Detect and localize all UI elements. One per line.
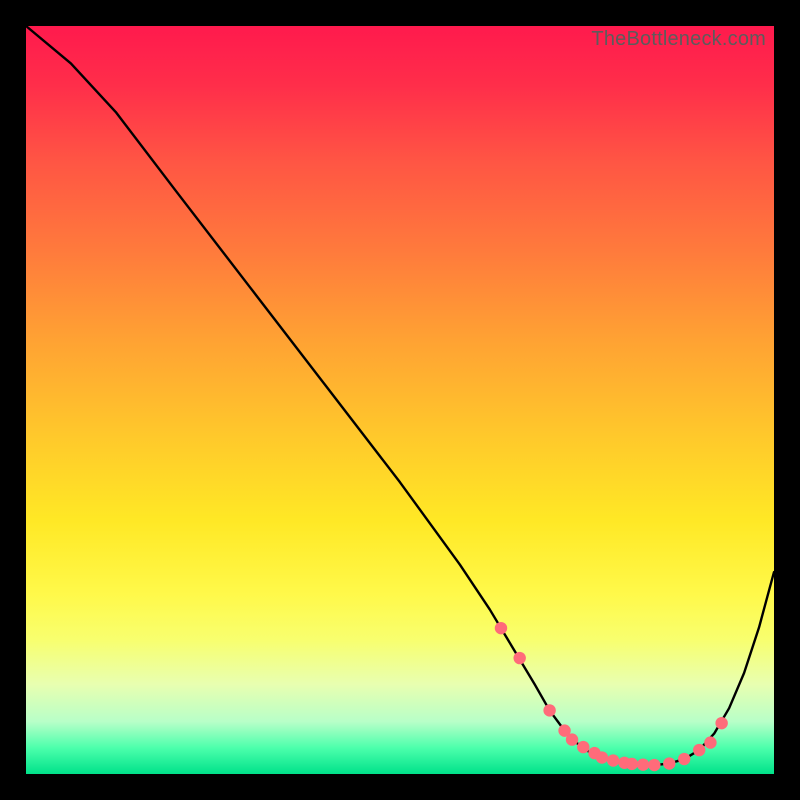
chart-svg-overlay <box>26 26 774 774</box>
chart-frame: TheBottleneck.com <box>26 26 774 774</box>
watermark-text: TheBottleneck.com <box>591 28 766 51</box>
data-point-marker <box>678 753 690 765</box>
data-point-marker <box>663 757 675 769</box>
bottleneck-curve <box>26 26 774 765</box>
data-point-marker <box>693 744 705 756</box>
data-point-marker <box>566 733 578 745</box>
data-point-marker <box>577 741 589 753</box>
data-point-marker <box>543 704 555 716</box>
data-point-marker <box>704 736 716 748</box>
data-point-marker <box>607 754 619 766</box>
data-point-marker <box>596 751 608 763</box>
data-point-marker <box>715 717 727 729</box>
data-point-marker <box>637 758 649 770</box>
data-point-marker <box>648 759 660 771</box>
data-point-marker <box>513 652 525 664</box>
marker-group <box>495 622 728 771</box>
data-point-marker <box>495 622 507 634</box>
data-point-marker <box>626 758 638 770</box>
